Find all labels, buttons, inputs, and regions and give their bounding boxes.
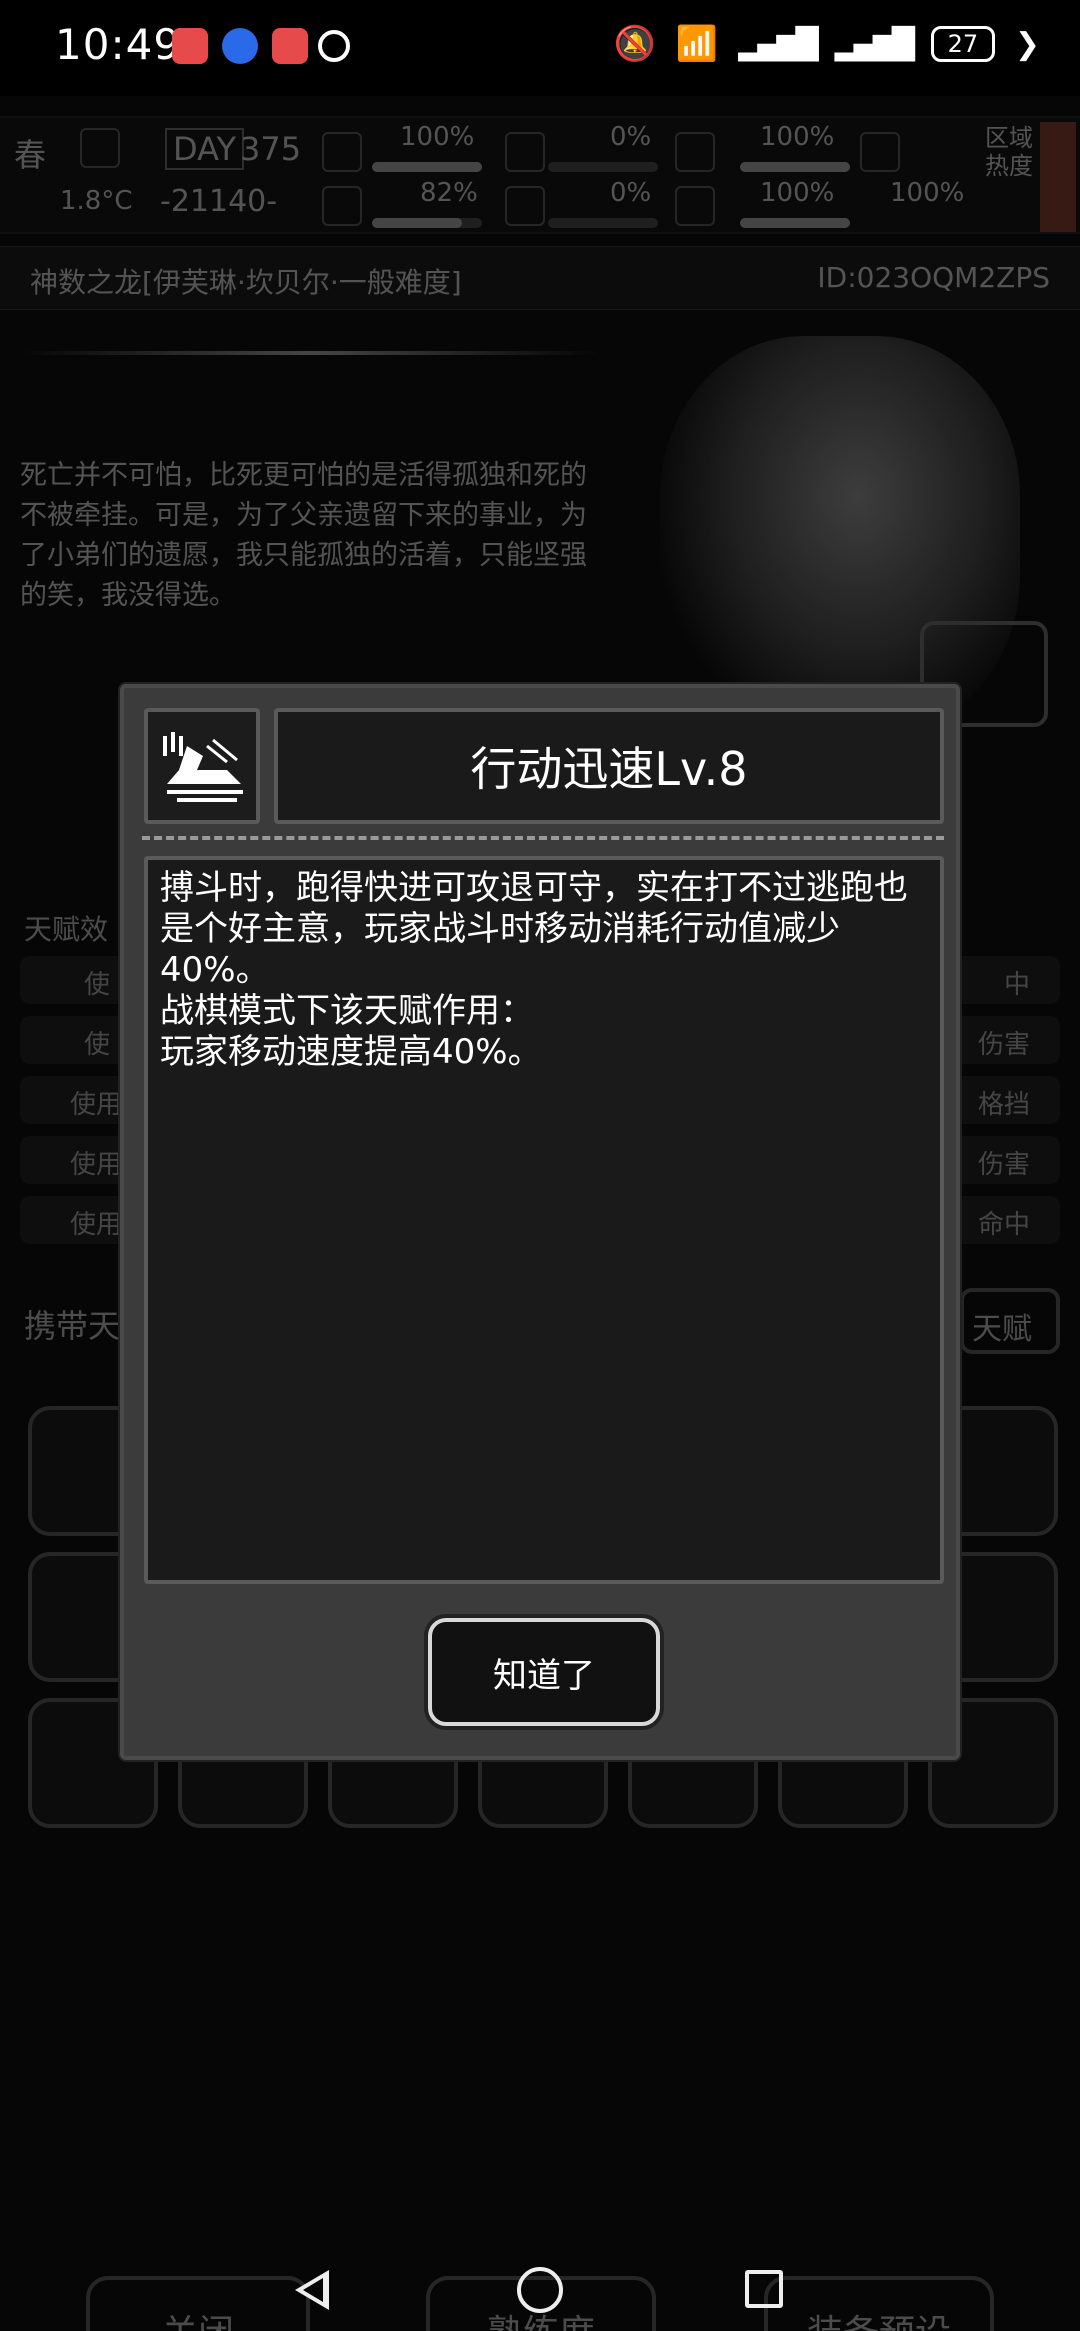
day-value: 375 [240, 130, 302, 168]
talent-title: 行动迅速Lv.8 [274, 708, 944, 824]
character-name: 神数之龙[伊芙琳·坎贝尔·一般难度] [30, 266, 462, 299]
health-value: 100% [400, 122, 475, 152]
stat-value: 0% [610, 178, 652, 208]
signal-icon: ▂▄▆█ [834, 26, 915, 62]
coordinate-readout: -21140- [160, 184, 278, 219]
medkit-icon [322, 132, 362, 172]
notification-browser-icon [222, 28, 258, 64]
battery-icon: 27 [930, 26, 995, 62]
stat-value: 100% [890, 178, 965, 208]
talent-button[interactable]: 天赋 [960, 1288, 1060, 1354]
season-label: 春 [14, 136, 47, 174]
temperature-value: 1.8°C [60, 186, 133, 216]
character-title-bar: 神数之龙[伊芙琳·坎贝尔·一般难度] ID:023OQM2ZPS [0, 246, 1080, 310]
flask-icon [860, 132, 900, 172]
effects-label: 天赋效 [24, 913, 109, 946]
stat-value: 100% [760, 122, 835, 152]
handshake-icon [322, 186, 362, 226]
region-heat-label: 区域热度 [985, 124, 1033, 180]
heart-icon [675, 186, 715, 226]
talent-icon-frame [144, 708, 260, 824]
stat-value: 82% [420, 178, 478, 208]
stat-value: 0% [610, 122, 652, 152]
blood-icon [505, 186, 545, 226]
ornament-divider [20, 351, 600, 355]
confirm-button[interactable]: 知道了 [428, 1618, 660, 1726]
character-bio: 死亡并不可怕，比死更可怕的是活得孤独和死的不被牵挂。可是，为了父亲遗留下来的事业… [20, 460, 587, 611]
talent-description: 搏斗时，跑得快进可攻退可守，实在打不过逃跑也是个好主意，玩家战斗时移动消耗行动值… [144, 856, 944, 1584]
description-line: 玩家移动速度提高40%。 [160, 1032, 542, 1072]
sprint-icon [163, 732, 243, 802]
wifi-icon: 📶 [675, 24, 719, 64]
carry-talent-label: 携带天 [24, 1307, 121, 1345]
hud-panel: 春 1.8°C DAY 375 -21140- 100% 82% 0% 0% 1… [0, 116, 1080, 234]
talent-dialog: 行动迅速Lv.8 搏斗时，跑得快进可攻退可守，实在打不过逃跑也是个好主意，玩家战… [120, 684, 960, 1760]
alarm-icon [318, 30, 350, 62]
notification-app-icon [272, 28, 308, 64]
mute-icon: 🔕 [613, 24, 656, 64]
home-icon[interactable] [517, 2267, 563, 2313]
clock: 10:49 [55, 20, 182, 69]
stamina-icon [675, 132, 715, 172]
notification-app-icon [172, 28, 208, 64]
back-icon[interactable] [295, 2270, 329, 2310]
dashed-divider [142, 836, 944, 840]
snow-icon [80, 128, 120, 168]
charging-icon: ❯ [1014, 26, 1040, 62]
status-bar: 10:49 🔕 📶 ▂▄▆█ ▂▄▆█ 27 ❯ [0, 0, 1080, 96]
region-heat-bar [1040, 122, 1076, 232]
stomach-icon [505, 132, 545, 172]
description-line: 搏斗时，跑得快进可攻退可守，实在打不过逃跑也是个好主意，玩家战斗时移动消耗行动值… [160, 868, 908, 990]
description-line: 战棋模式下该天赋作用： [160, 991, 534, 1031]
stat-value: 100% [760, 178, 835, 208]
day-label: DAY [165, 128, 245, 170]
character-id: ID:023OQM2ZPS [817, 261, 1050, 294]
signal-icon: ▂▄▆█ [738, 26, 818, 62]
recent-apps-icon[interactable] [745, 2270, 783, 2308]
